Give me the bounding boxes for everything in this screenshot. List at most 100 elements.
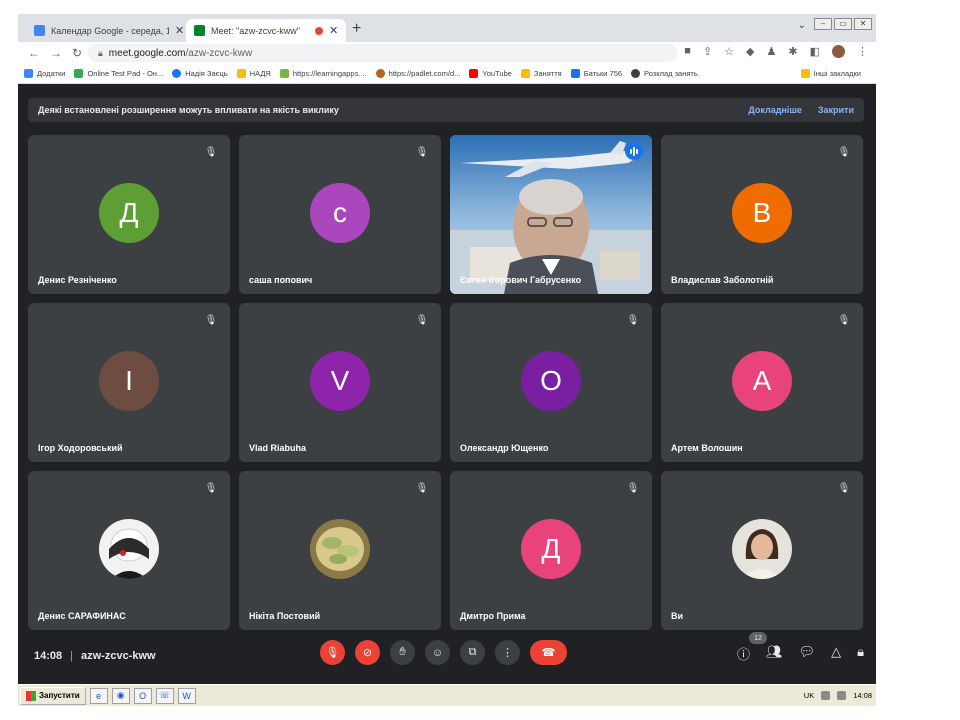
close-icon[interactable]: ✕ — [175, 24, 184, 37]
meeting-time: 14:08 — [34, 650, 63, 662]
activities-icon[interactable]: △ — [831, 644, 841, 663]
more-options-button[interactable]: ⋮ — [495, 640, 520, 665]
bookmark-item[interactable]: https://learningapps.... — [279, 69, 367, 78]
reactions-button[interactable]: ☺ — [425, 640, 450, 665]
participant-tile-video[interactable]: Євген Ігорович Габрусенко — [450, 135, 652, 294]
participant-tile-self[interactable]: 🎙︎ Ви — [661, 471, 863, 630]
learningapps-icon — [279, 69, 289, 78]
meet-control-bar: 14:08 | azw-zcvc-kww 🎙︎ ⊘ ✋︎ ☺ ⧉ ⋮ ☎︎ 12… — [18, 632, 876, 678]
share-icon[interactable]: ⇪ — [703, 45, 712, 58]
forward-icon[interactable]: → — [50, 46, 62, 60]
url-input[interactable]: 🔒︎ meet.google.com/azw-zcvc-kww — [88, 44, 678, 62]
side-controls: ⓘ 👥︎ 💬︎ △ 🔒︎ — [737, 644, 864, 663]
avatar-initial: V — [310, 351, 370, 411]
tab-label: Meet: "azw-zcvc-kww" — [211, 25, 300, 36]
viber-icon[interactable]: ☏ — [155, 687, 174, 704]
raise-hand-button[interactable]: ✋︎ — [390, 640, 415, 665]
network-icon[interactable] — [821, 691, 831, 700]
language-indicator[interactable]: UK — [804, 691, 814, 700]
menu-kebab-icon[interactable]: ⋮ — [857, 45, 868, 58]
os-taskbar: Запустити e ◉ O ☏ W UK 14:08 — [18, 684, 876, 706]
participant-name: Артем Волошин — [671, 443, 743, 453]
speaking-indicator-icon — [625, 142, 643, 160]
banner-actions: Докладніше Закрити — [748, 105, 854, 115]
meeting-details-icon[interactable]: ⓘ — [737, 644, 750, 663]
participant-tile[interactable]: 🎙︎ О Олександр Ющенко — [450, 303, 652, 462]
chrome-icon[interactable]: ◉ — [111, 687, 130, 704]
leave-call-button[interactable]: ☎︎ — [530, 640, 567, 665]
divider: | — [70, 650, 73, 662]
bookmark-item[interactable]: НАДЯ — [236, 69, 271, 78]
mic-off-icon: 🎙︎ — [837, 314, 851, 326]
word-icon[interactable]: W — [177, 687, 196, 704]
avatar-photo — [310, 519, 370, 579]
mic-off-icon: 🎙︎ — [204, 314, 218, 326]
bookmark-item[interactable]: Розклад занять — [631, 69, 698, 78]
other-bookmarks[interactable]: Інші закладки — [800, 69, 861, 78]
extensions-puzzle-icon[interactable]: ✱ — [788, 45, 797, 58]
classroom-icon — [570, 69, 580, 78]
start-button[interactable]: Запустити — [20, 686, 86, 705]
close-icon[interactable]: ✕ — [329, 24, 338, 37]
bookmark-item[interactable]: Батьки 756 — [570, 69, 622, 78]
camera-toggle-button[interactable]: ⊘ — [355, 640, 380, 665]
participant-tile[interactable]: 🎙︎ Д Дмитро Прима — [450, 471, 652, 630]
system-tray: UK 14:08 — [804, 691, 872, 700]
back-icon[interactable]: ← — [28, 46, 40, 60]
participant-tile[interactable]: 🎙︎ І Ігор Ходоровський — [28, 303, 230, 462]
maximize-button[interactable]: ▭ — [834, 18, 852, 30]
bookmark-item[interactable]: https://padlet.com/d... — [375, 69, 460, 78]
side-panel-icon[interactable]: ◧ — [810, 45, 820, 58]
present-screen-button[interactable]: ⧉ — [460, 640, 485, 665]
close-window-button[interactable]: ✕ — [854, 18, 872, 30]
participant-name: Vlad Riabuha — [249, 443, 307, 453]
banner-text: Деякі встановлені розширення можуть впли… — [38, 105, 339, 115]
bookmark-icon — [74, 69, 84, 78]
bookmark-item[interactable]: YouTube — [469, 69, 512, 78]
bookmark-item[interactable]: Заняття — [520, 69, 562, 78]
lock-icon: 🔒︎ — [98, 47, 103, 58]
reload-icon[interactable]: ↻ — [72, 46, 82, 60]
people-icon[interactable]: 👥︎ — [766, 644, 783, 663]
participant-name: Нікіта Постовий — [249, 611, 321, 621]
avatar-initial: Д — [521, 519, 581, 579]
host-controls-icon[interactable]: 🔒︎ — [857, 644, 864, 663]
opera-icon[interactable]: O — [133, 687, 152, 704]
participant-tile[interactable]: 🎙︎ V Vlad Riabuha — [239, 303, 441, 462]
close-banner-button[interactable]: Закрити — [818, 105, 854, 115]
meeting-info: 14:08 | azw-zcvc-kww — [34, 650, 156, 662]
tab-search-icon[interactable]: ⌄ — [798, 20, 806, 31]
window-controls: – ▭ ✕ — [814, 18, 872, 30]
meeting-code[interactable]: azw-zcvc-kww — [81, 650, 156, 662]
extension-icon[interactable]: ♟ — [767, 45, 777, 58]
participant-name: Дмитро Прима — [460, 611, 526, 621]
star-icon[interactable]: ☆ — [724, 45, 734, 58]
bookmark-item[interactable]: Online Test Pad - Он... — [74, 69, 163, 78]
participant-tile[interactable]: 🎙︎ А Артем Волошин — [661, 303, 863, 462]
participant-tile[interactable]: 🎙︎ Д Денис Резніченко — [28, 135, 230, 294]
bookmark-item[interactable]: Додатки — [24, 69, 65, 78]
call-controls: 🎙︎ ⊘ ✋︎ ☺ ⧉ ⋮ ☎︎ — [320, 640, 567, 665]
bookmark-item[interactable]: Надія Заєць — [172, 69, 228, 78]
tab-google-calendar[interactable]: Календар Google - середа, 15 лис ✕ — [26, 19, 192, 42]
tab-meet[interactable]: Meet: "azw-zcvc-kww" ✕ — [186, 19, 347, 42]
padlet-icon — [375, 69, 385, 78]
volume-icon[interactable] — [837, 691, 847, 700]
avatar-initial: А — [732, 351, 792, 411]
ie-icon[interactable]: e — [89, 687, 108, 704]
participant-tile[interactable]: 🎙︎ Нікіта Постовий — [239, 471, 441, 630]
clock[interactable]: 14:08 — [853, 691, 872, 700]
profile-avatar[interactable] — [832, 45, 845, 58]
chat-icon[interactable]: 💬︎ — [799, 644, 816, 663]
youtube-icon — [469, 69, 479, 78]
learn-more-link[interactable]: Докладніше — [748, 105, 802, 115]
translate-extension-icon[interactable]: ◆ — [746, 45, 754, 58]
participant-tile[interactable]: 🎙︎ с саша попович — [239, 135, 441, 294]
camera-in-use-icon[interactable]: ■ — [684, 45, 691, 58]
participant-name: Денис САРАФИНАС — [38, 611, 126, 621]
minimize-button[interactable]: – — [814, 18, 832, 30]
mic-toggle-button[interactable]: 🎙︎ — [320, 640, 345, 665]
participant-tile[interactable]: 🎙︎ В Владислав Заболотній — [661, 135, 863, 294]
new-tab-button[interactable]: + — [352, 20, 361, 38]
participant-tile[interactable]: 🎙︎ Денис САРАФИНАС — [28, 471, 230, 630]
